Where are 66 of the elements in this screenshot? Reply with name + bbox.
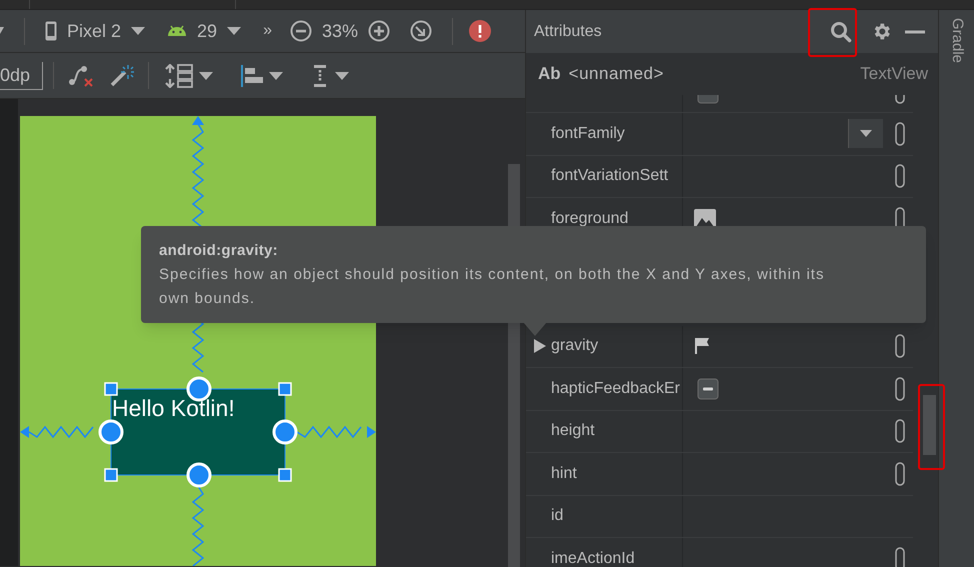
device-dropdown[interactable]: Pixel 2 [45,18,146,44]
tooltip-text: Specifies how an object should position its content, on both the X and Y axes, within its own bounds. [159,264,826,308]
constraint-handle[interactable] [272,420,298,444]
guidelines-button[interactable] [313,64,349,86]
attribute-name: imeActionId [551,548,635,567]
flag-icon[interactable] [695,337,711,356]
android-icon [167,25,188,37]
resize-handle[interactable] [104,468,118,482]
resource-picker-icon[interactable] [895,376,906,401]
zoom-level: 33% [322,20,358,42]
image-icon[interactable] [694,208,716,229]
component-type: TextView [860,63,928,86]
guideline-icon [313,64,327,86]
resource-picker-icon[interactable] [895,164,906,188]
resource-picker-icon[interactable] [895,546,906,567]
caret-icon [335,72,349,80]
clear-constraints-icon[interactable] [68,64,94,88]
resource-picker-icon[interactable] [895,122,906,146]
resize-handle[interactable] [278,382,292,396]
caret-icon [269,72,283,80]
zoom-in-icon[interactable] [368,20,390,42]
resource-picker-icon[interactable] [895,462,906,486]
margin-field[interactable]: 0dp [0,62,43,90]
highlight-frame [808,8,857,57]
resource-picker-icon[interactable] [895,419,906,444]
align-left-icon [241,64,265,86]
caret-icon [860,130,872,138]
checkbox[interactable] [697,378,719,400]
attribute-name: foreground [551,208,628,229]
phone-icon [45,21,57,41]
text-view-icon: Ab [538,61,561,87]
panel-title: Attributes [534,22,602,42]
minimize-icon [905,30,925,34]
resource-picker-icon[interactable] [895,334,906,358]
zoom-to-fit-icon[interactable] [410,20,432,42]
align-button[interactable] [241,64,283,86]
constraint-handle[interactable] [186,462,212,488]
component-name: <unnamed> [568,63,664,86]
attribute-name: height [551,421,595,442]
attribute-name: fontFamily [551,124,625,144]
tooltip-title: android:gravity: [159,241,279,261]
resize-handle[interactable] [278,468,292,482]
overflow-button[interactable]: » [263,19,272,43]
magic-wand-icon[interactable] [110,64,134,88]
attribute-name: id [551,506,564,526]
scrollbar-thumb[interactable] [923,395,936,455]
attribute-name: fontVariationSett [551,166,668,186]
resize-handle[interactable] [104,382,118,396]
expand-arrow-icon[interactable] [534,339,546,354]
pack-button[interactable] [165,64,213,88]
attribute-name: hint [551,464,577,484]
attribute-name: gravity [551,336,598,356]
side-tab[interactable]: Gradle [945,18,968,64]
constraint-handle[interactable] [98,420,124,444]
pack-icon [165,64,195,88]
caret-icon [227,27,242,35]
text-view-label: Hello Kotlin! [112,395,235,421]
error-icon[interactable] [469,20,491,42]
zoom-out-icon[interactable] [290,20,312,42]
attribute-name: hapticFeedbackEr [551,378,680,399]
text-view-box[interactable] [110,388,286,476]
api-level-dropdown[interactable]: 29 [167,18,242,44]
caret-icon [199,72,213,80]
font-dropdown[interactable] [848,119,884,148]
search-icon [830,20,852,42]
caret-icon [131,27,146,35]
